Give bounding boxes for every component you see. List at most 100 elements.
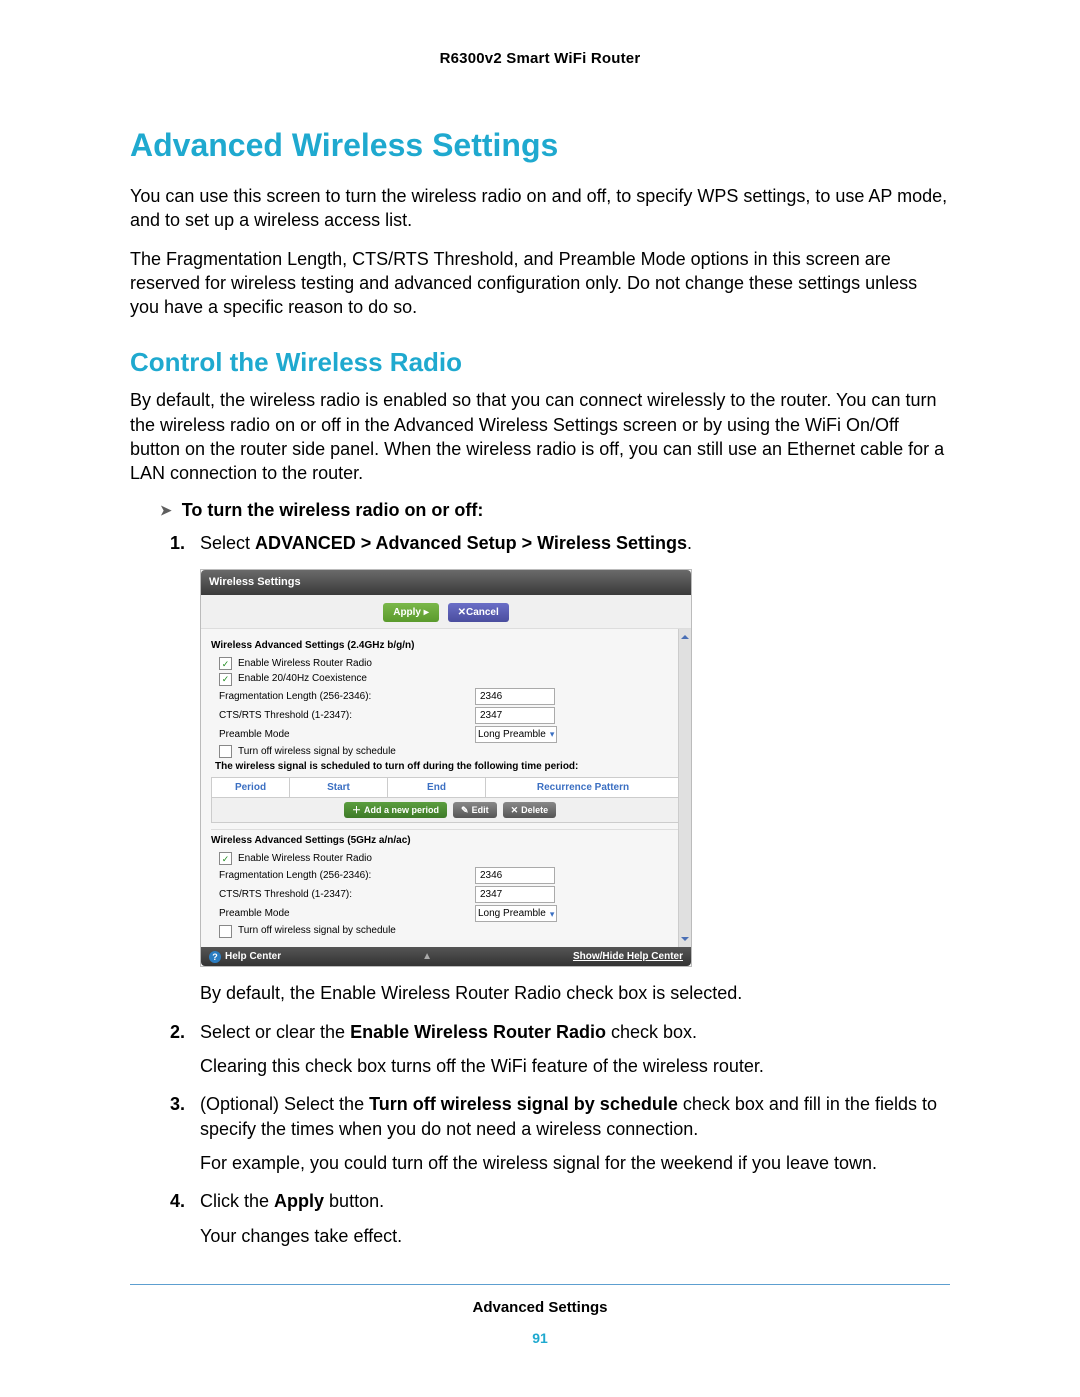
wireless-settings-screenshot: Wireless Settings Apply ▸ ✕Cancel Wirele… [200,569,692,967]
label-cts: CTS/RTS Threshold (1-2347): [219,709,469,723]
ui-toolbar: Apply ▸ ✕Cancel [201,595,691,630]
row-coexistence: ✓ Enable 20/40Hz Coexistence [211,671,681,687]
close-icon: ✕ [511,804,519,816]
label-frag-5g: Fragmentation Length (256-2346): [219,869,469,883]
schedule-table: Period Start End Recurrence Pattern ＋Add… [211,777,681,824]
step3-after: For example, you could turn off the wire… [200,1151,950,1175]
delete-label: Delete [521,804,548,816]
procedure-lead: ➤ To turn the wireless radio on or off: [160,500,950,521]
step-1: Select ADVANCED > Advanced Setup > Wirel… [170,531,950,1006]
checkbox-turnoff-5g[interactable] [219,925,232,938]
label-enable-radio-5g: Enable Wireless Router Radio [238,852,372,866]
row-enable-radio-5g: ✓ Enable Wireless Router Radio [211,851,681,867]
col-period: Period [212,778,290,798]
label-preamble-5g: Preamble Mode [219,907,469,921]
input-frag-2g[interactable]: 2346 [475,688,555,705]
checkbox-enable-radio-2g[interactable]: ✓ [219,657,232,670]
step1-period: . [687,533,692,553]
steps-list: Select ADVANCED > Advanced Setup > Wirel… [130,531,950,1248]
step2-prefix: Select or clear the [200,1022,350,1042]
step4-suffix: button. [324,1191,384,1211]
page-title: Advanced Wireless Settings [130,127,950,164]
schedule-buttons: ＋Add a new period ✎Edit ✕Delete [212,797,680,822]
section-paragraph: By default, the wireless radio is enable… [130,388,950,485]
label-frag: Fragmentation Length (256-2346): [219,690,469,704]
scrollbar[interactable] [678,629,691,947]
expand-arrow-icon[interactable]: ▲ [422,950,432,964]
pencil-icon: ✎ [461,804,469,816]
row-preamble-5g: Preamble Mode Long Preamble ▾ [211,904,681,923]
manual-page: R6300v2 Smart WiFi Router Advanced Wirel… [0,0,1080,1397]
help-icon: ? [209,951,221,963]
step4-bold: Apply [274,1191,324,1211]
row-cts-5g: CTS/RTS Threshold (1-2347): 2347 [211,885,681,904]
ui-body: Wireless Advanced Settings (2.4GHz b/g/n… [201,629,691,947]
label-enable-radio: Enable Wireless Router Radio [238,657,372,671]
step1-prefix: Select [200,533,255,553]
preamble-value-5g: Long Preamble [478,907,546,921]
intro-paragraph-1: You can use this screen to turn the wire… [130,184,950,233]
plus-icon: ＋ [352,804,361,816]
step1-after: By default, the Enable Wireless Router R… [200,981,950,1005]
row-enable-radio-2g: ✓ Enable Wireless Router Radio [211,656,681,672]
section-head-5g: Wireless Advanced Settings (5GHz a/n/ac) [211,829,681,851]
checkbox-enable-radio-5g[interactable]: ✓ [219,852,232,865]
col-start: Start [290,778,388,798]
select-preamble-2g[interactable]: Long Preamble ▾ [475,726,557,743]
section-title: Control the Wireless Radio [130,347,950,378]
ui-footer: ? Help Center ▲ Show/Hide Help Center [201,947,691,967]
step3-prefix: (Optional) Select the [200,1094,369,1114]
footer-section: Advanced Settings [130,1299,950,1316]
step4-prefix: Click the [200,1191,274,1211]
edit-button[interactable]: ✎Edit [453,802,497,818]
page-footer: Advanced Settings 91 [130,1284,950,1346]
cancel-label: Cancel [466,607,499,618]
arrow-icon: ➤ [160,502,172,519]
preamble-value: Long Preamble [478,728,546,742]
row-frag-5g: Fragmentation Length (256-2346): 2346 [211,866,681,885]
step2-suffix: check box. [606,1022,697,1042]
edit-label: Edit [472,804,489,816]
label-cts-5g: CTS/RTS Threshold (1-2347): [219,888,469,902]
row-turnoff-5g: Turn off wireless signal by schedule [211,923,681,939]
label-turnoff: Turn off wireless signal by schedule [238,745,396,759]
step-4: Click the Apply button. Your changes tak… [170,1189,950,1248]
procedure-lead-text: To turn the wireless radio on or off: [182,500,484,521]
row-preamble-2g: Preamble Mode Long Preamble ▾ [211,725,681,744]
checkbox-coexistence[interactable]: ✓ [219,673,232,686]
add-period-button[interactable]: ＋Add a new period [344,802,447,818]
ui-window-title: Wireless Settings [201,570,691,595]
input-cts-5g[interactable]: 2347 [475,886,555,903]
checkbox-turnoff-2g[interactable] [219,745,232,758]
chevron-down-icon: ▾ [550,908,555,920]
input-cts-2g[interactable]: 2347 [475,707,555,724]
cancel-button[interactable]: ✕Cancel [448,603,509,623]
select-preamble-5g[interactable]: Long Preamble ▾ [475,905,557,922]
schedule-note: The wireless signal is scheduled to turn… [211,759,681,775]
chevron-down-icon: ▾ [550,728,555,740]
row-cts-2g: CTS/RTS Threshold (1-2347): 2347 [211,706,681,725]
row-frag-2g: Fragmentation Length (256-2346): 2346 [211,687,681,706]
add-period-label: Add a new period [364,804,439,816]
delete-button[interactable]: ✕Delete [503,802,557,818]
help-label: Help Center [225,950,281,964]
label-turnoff-5g: Turn off wireless signal by schedule [238,924,396,938]
page-number: 91 [130,1330,950,1346]
step1-path: ADVANCED > Advanced Setup > Wireless Set… [255,533,687,553]
step2-after: Clearing this check box turns off the Wi… [200,1054,950,1078]
step4-after: Your changes take effect. [200,1224,950,1248]
step3-bold: Turn off wireless signal by schedule [369,1094,678,1114]
label-coexistence: Enable 20/40Hz Coexistence [238,672,367,686]
step2-bold: Enable Wireless Router Radio [350,1022,606,1042]
col-recurrence: Recurrence Pattern [486,778,680,798]
col-end: End [388,778,486,798]
schedule-table-header: Period Start End Recurrence Pattern [212,778,680,798]
cancel-x-icon: ✕ [458,607,466,618]
section-head-2g: Wireless Advanced Settings (2.4GHz b/g/n… [211,635,681,656]
device-header: R6300v2 Smart WiFi Router [130,50,950,67]
show-hide-help-link[interactable]: Show/Hide Help Center [573,950,683,964]
help-center[interactable]: ? Help Center [209,950,281,964]
apply-button[interactable]: Apply ▸ [383,603,439,623]
step-3: (Optional) Select the Turn off wireless … [170,1092,950,1175]
input-frag-5g[interactable]: 2346 [475,867,555,884]
